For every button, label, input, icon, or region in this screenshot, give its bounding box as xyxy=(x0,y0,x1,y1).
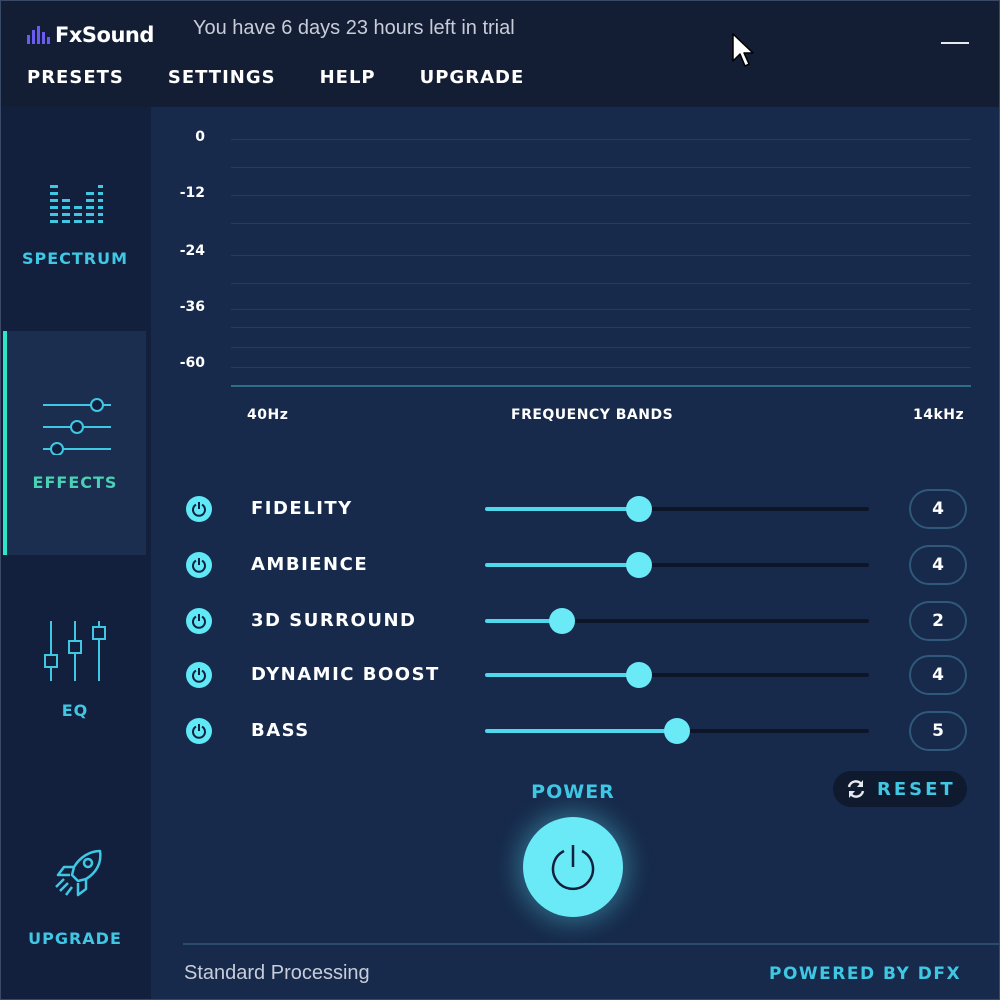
gridline xyxy=(231,223,971,224)
y-axis-label: -24 xyxy=(179,243,205,259)
spectrum-graph: 0 -12 -24 -36 -60 40Hz FREQUENCY BANDS 1… xyxy=(151,107,999,427)
power-icon xyxy=(192,724,206,739)
rocket-icon xyxy=(55,849,102,897)
gridline xyxy=(231,367,971,368)
effect-row-fidelity: FIDELITY 4 xyxy=(151,489,999,529)
bass-toggle[interactable] xyxy=(186,718,212,744)
trial-notice: You have 6 days 23 hours left in trial xyxy=(193,17,515,39)
3d-surround-slider[interactable] xyxy=(485,608,869,634)
effect-row-ambience: AMBIENCE 4 xyxy=(151,545,999,585)
gridline xyxy=(231,283,971,284)
fidelity-value-field[interactable]: 4 xyxy=(909,489,967,529)
slider-thumb[interactable] xyxy=(664,718,690,744)
sidebar-item-eq[interactable]: EQ xyxy=(4,607,146,827)
reset-button[interactable]: RESET xyxy=(833,771,967,807)
menu-presets[interactable]: PRESETS xyxy=(27,67,124,88)
footer-divider xyxy=(183,943,999,945)
x-axis-start-label: 40Hz xyxy=(247,407,289,423)
mouse-cursor-icon xyxy=(732,33,754,67)
minimize-button[interactable] xyxy=(941,41,971,45)
x-axis-end-label: 14kHz xyxy=(913,407,965,423)
power-icon xyxy=(192,614,206,629)
x-axis-title: FREQUENCY BANDS xyxy=(511,407,674,423)
menu-settings[interactable]: SETTINGS xyxy=(168,67,276,88)
menu-help[interactable]: HELP xyxy=(320,67,376,88)
slider-fill xyxy=(485,507,639,511)
slider-fill xyxy=(485,563,639,567)
effect-row-dynamic-boost: DYNAMIC BOOST 4 xyxy=(151,655,999,695)
spectrum-icon xyxy=(50,185,103,223)
effect-label: BASS xyxy=(251,720,310,741)
gridline xyxy=(231,309,971,310)
fidelity-slider[interactable] xyxy=(485,496,869,522)
eq-icon xyxy=(44,621,106,681)
slider-thumb[interactable] xyxy=(626,496,652,522)
fxsound-window: FxSound You have 6 days 23 hours left in… xyxy=(0,0,1000,1000)
ambience-toggle[interactable] xyxy=(186,552,212,578)
powered-by-label: POWERED BY DFX xyxy=(769,964,962,984)
sliders-icon xyxy=(43,398,111,455)
reset-label: RESET xyxy=(877,779,956,800)
gridline xyxy=(231,167,971,168)
sidebar-item-upgrade[interactable]: UPGRADE xyxy=(4,831,146,999)
sidebar-item-label: UPGRADE xyxy=(28,929,122,948)
gridline xyxy=(231,347,971,348)
y-axis-label: -12 xyxy=(179,185,205,201)
effect-label: 3D SURROUND xyxy=(251,610,417,631)
slider-thumb[interactable] xyxy=(626,552,652,578)
logo-bars-icon xyxy=(27,26,50,44)
fidelity-toggle[interactable] xyxy=(186,496,212,522)
gridline xyxy=(231,327,971,328)
slider-fill xyxy=(485,673,639,677)
power-icon xyxy=(192,558,206,573)
effect-label: FIDELITY xyxy=(251,498,353,519)
bass-slider[interactable] xyxy=(485,718,869,744)
app-name: FxSound xyxy=(55,23,154,47)
bass-value-field[interactable]: 5 xyxy=(909,711,967,751)
minimize-icon xyxy=(941,42,969,44)
slider-thumb[interactable] xyxy=(549,608,575,634)
dynamic-boost-toggle[interactable] xyxy=(186,662,212,688)
sidebar-item-effects[interactable]: EFFECTS xyxy=(4,331,146,555)
effect-row-bass: BASS 5 xyxy=(151,711,999,751)
gridline xyxy=(231,195,971,196)
dynamic-boost-slider[interactable] xyxy=(485,662,869,688)
ambience-slider[interactable] xyxy=(485,552,869,578)
power-icon xyxy=(192,502,206,517)
y-axis-label: -36 xyxy=(179,299,205,315)
power-label: POWER xyxy=(531,781,615,803)
effect-row-3d-surround: 3D SURROUND 2 xyxy=(151,601,999,641)
slider-thumb[interactable] xyxy=(626,662,652,688)
3d-surround-toggle[interactable] xyxy=(186,608,212,634)
sidebar-item-label: EQ xyxy=(61,701,89,720)
sidebar: SPECTRUM EFFECTS EQ UPGRADE xyxy=(1,107,151,999)
refresh-icon xyxy=(847,780,865,798)
main-panel: 0 -12 -24 -36 -60 40Hz FREQUENCY BANDS 1… xyxy=(151,107,999,999)
gridline xyxy=(231,139,971,140)
processing-status: Standard Processing xyxy=(184,962,370,984)
ambience-value-field[interactable]: 4 xyxy=(909,545,967,585)
slider-fill xyxy=(485,729,677,733)
3d-surround-value-field[interactable]: 2 xyxy=(909,601,967,641)
effect-label: DYNAMIC BOOST xyxy=(251,664,440,685)
y-axis-label: -60 xyxy=(179,355,205,371)
active-indicator xyxy=(3,331,7,555)
title-bar: FxSound You have 6 days 23 hours left in… xyxy=(1,1,999,107)
power-icon xyxy=(551,845,595,891)
sidebar-item-label: EFFECTS xyxy=(32,473,118,492)
effect-label: AMBIENCE xyxy=(251,554,369,575)
sidebar-item-label: SPECTRUM xyxy=(21,249,129,268)
y-axis-label: 0 xyxy=(195,129,205,145)
main-menu: PRESETS SETTINGS HELP UPGRADE xyxy=(27,67,524,88)
menu-upgrade[interactable]: UPGRADE xyxy=(420,67,525,88)
power-icon xyxy=(192,668,206,683)
graph-baseline xyxy=(231,385,971,387)
app-logo: FxSound xyxy=(27,21,154,49)
gridline xyxy=(231,255,971,256)
sidebar-item-spectrum[interactable]: SPECTRUM xyxy=(4,157,146,337)
dynamic-boost-value-field[interactable]: 4 xyxy=(909,655,967,695)
power-button[interactable] xyxy=(523,817,623,917)
